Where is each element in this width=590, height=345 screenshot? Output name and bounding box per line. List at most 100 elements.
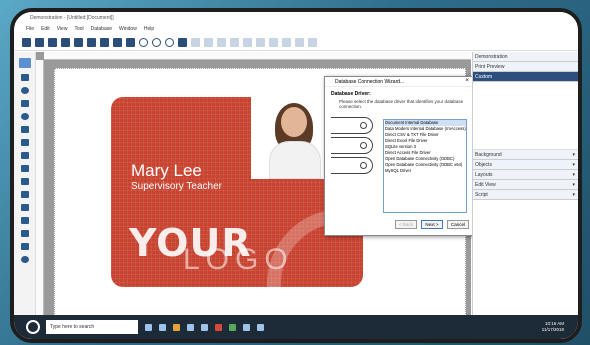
chevron-down-icon: ▾ [572,162,575,168]
ellipse-tool-icon[interactable] [20,87,29,94]
store-icon[interactable] [187,323,194,331]
panel-script[interactable]: Script ▾ [473,190,578,200]
panel-objects[interactable]: Objects ▾ [473,160,578,170]
app-window: Demonstration - [Untitled:[Document]] Fi… [10,8,582,343]
card-name-text[interactable]: Mary Lee [131,161,202,181]
panel-demonstration[interactable]: Demonstration [473,52,578,62]
zoom-out-icon[interactable] [152,38,161,47]
chrome-icon[interactable] [229,323,236,331]
mail-icon[interactable] [201,323,208,331]
printer-icon[interactable] [74,38,83,47]
line-tool-icon[interactable] [20,74,29,81]
panel-label: Print Preview [475,64,505,70]
card-logo-text-2[interactable]: LOGO [183,243,294,277]
chevron-down-icon: ▾ [572,192,575,198]
rectangle-tool-icon[interactable] [20,100,29,107]
card-back-icon[interactable] [100,38,109,47]
search-icon[interactable] [26,320,40,334]
workspace: Mary Lee Supervisory Teacher YOUR LOGO D… [14,52,578,326]
card-front-icon[interactable] [87,38,96,47]
menu-bar: File Edit View Tool Database Window Help [14,24,578,35]
panel-layouts[interactable]: Layouts ▾ [473,170,578,180]
panel-custom[interactable]: Custom [473,72,578,82]
print-icon[interactable] [61,38,70,47]
driver-list[interactable]: Document Internal Database Data Modern I… [383,119,467,213]
shield-tool-icon[interactable] [20,256,29,263]
checkbox-tool-icon[interactable] [20,243,29,250]
card-role-text[interactable]: Supervisory Teacher [131,181,222,192]
panel-label: Objects [475,162,492,168]
distribute-v-icon[interactable] [282,38,291,47]
back-button[interactable]: < Back [395,220,417,229]
menu-view[interactable]: View [57,26,68,35]
file-explorer-icon[interactable] [173,323,180,331]
photo-face [281,107,307,137]
panel-print-preview[interactable]: Print Preview [473,62,578,72]
panel-label: Demonstration [475,54,508,60]
panel-background[interactable]: Background ▾ [473,150,578,160]
align-icon[interactable] [178,38,187,47]
align-right-icon[interactable] [217,38,226,47]
menu-database[interactable]: Database [91,26,112,35]
menu-file[interactable]: File [26,26,34,35]
align-bottom-icon[interactable] [256,38,265,47]
object-icon[interactable] [126,38,135,47]
system-clock[interactable]: 10:16 AM 11/17/2019 [542,321,564,333]
window-title: Demonstration - [Untitled:[Document]] [14,12,578,24]
taskbar-search-input[interactable]: Type here to search [46,320,138,334]
menu-edit[interactable]: Edit [41,26,50,35]
open-icon[interactable] [35,38,44,47]
same-width-icon[interactable] [295,38,304,47]
panel-label: Background [475,152,502,158]
circle-tool-icon[interactable] [20,113,29,120]
align-top-icon[interactable] [230,38,239,47]
taskbar: Type here to search 10:16 AM 11/17/2019 [14,315,578,339]
vertical-ruler [36,60,44,315]
pointer-tool-icon[interactable] [18,58,31,68]
image-tool-icon[interactable] [20,191,29,198]
driver-list-item[interactable]: MySQL Driver [385,168,466,174]
layers-icon[interactable] [113,38,122,47]
clock-date: 11/17/2019 [541,327,564,332]
zoom-in-icon[interactable] [139,38,148,47]
menu-window[interactable]: Window [119,26,137,35]
align-left-icon[interactable] [191,38,200,47]
settings-icon[interactable] [243,323,250,331]
menu-help[interactable]: Help [144,26,154,35]
align-center-icon[interactable] [204,38,213,47]
task-view-icon[interactable] [145,323,152,331]
database-wizard-dialog: Database Connection Wizard... × Database… [324,76,474,236]
grid-tool-icon[interactable] [20,178,29,185]
text-tool-icon[interactable] [20,126,29,133]
new-document-icon[interactable] [22,38,31,47]
dialog-heading: Database Driver: [331,91,371,97]
cancel-button[interactable]: Cancel [447,220,469,229]
camera-tool-icon[interactable] [20,217,29,224]
panel-content [473,82,578,150]
barcode-tool-icon[interactable] [20,139,29,146]
save-icon[interactable] [48,38,57,47]
panel-label: Edit View [475,182,496,188]
calendar-tool-icon[interactable] [20,152,29,159]
menu-tool[interactable]: Tool [74,26,83,35]
panel-edit-view[interactable]: Edit View ▾ [473,180,578,190]
signature-tool-icon[interactable] [20,230,29,237]
next-button[interactable]: Next > [421,220,443,229]
panel-label: Layouts [475,172,493,178]
photo-tool-icon[interactable] [20,204,29,211]
dialog-instructions: Please select the database driver that i… [339,99,464,109]
zoom-fit-icon[interactable] [165,38,174,47]
close-icon[interactable]: × [465,78,469,84]
card-designer-icon[interactable] [257,323,264,331]
align-middle-icon[interactable] [243,38,252,47]
database-icon [331,157,373,174]
edge-browser-icon[interactable] [159,323,166,331]
horizontal-ruler [44,52,471,60]
app-icon[interactable] [215,323,222,331]
design-canvas[interactable]: Mary Lee Supervisory Teacher YOUR LOGO D… [36,52,474,326]
distribute-h-icon[interactable] [269,38,278,47]
table-tool-icon[interactable] [20,165,29,172]
dialog-title-bar: Database Connection Wizard... × [325,77,473,87]
same-height-icon[interactable] [308,38,317,47]
dialog-title: Database Connection Wizard... [335,79,405,85]
